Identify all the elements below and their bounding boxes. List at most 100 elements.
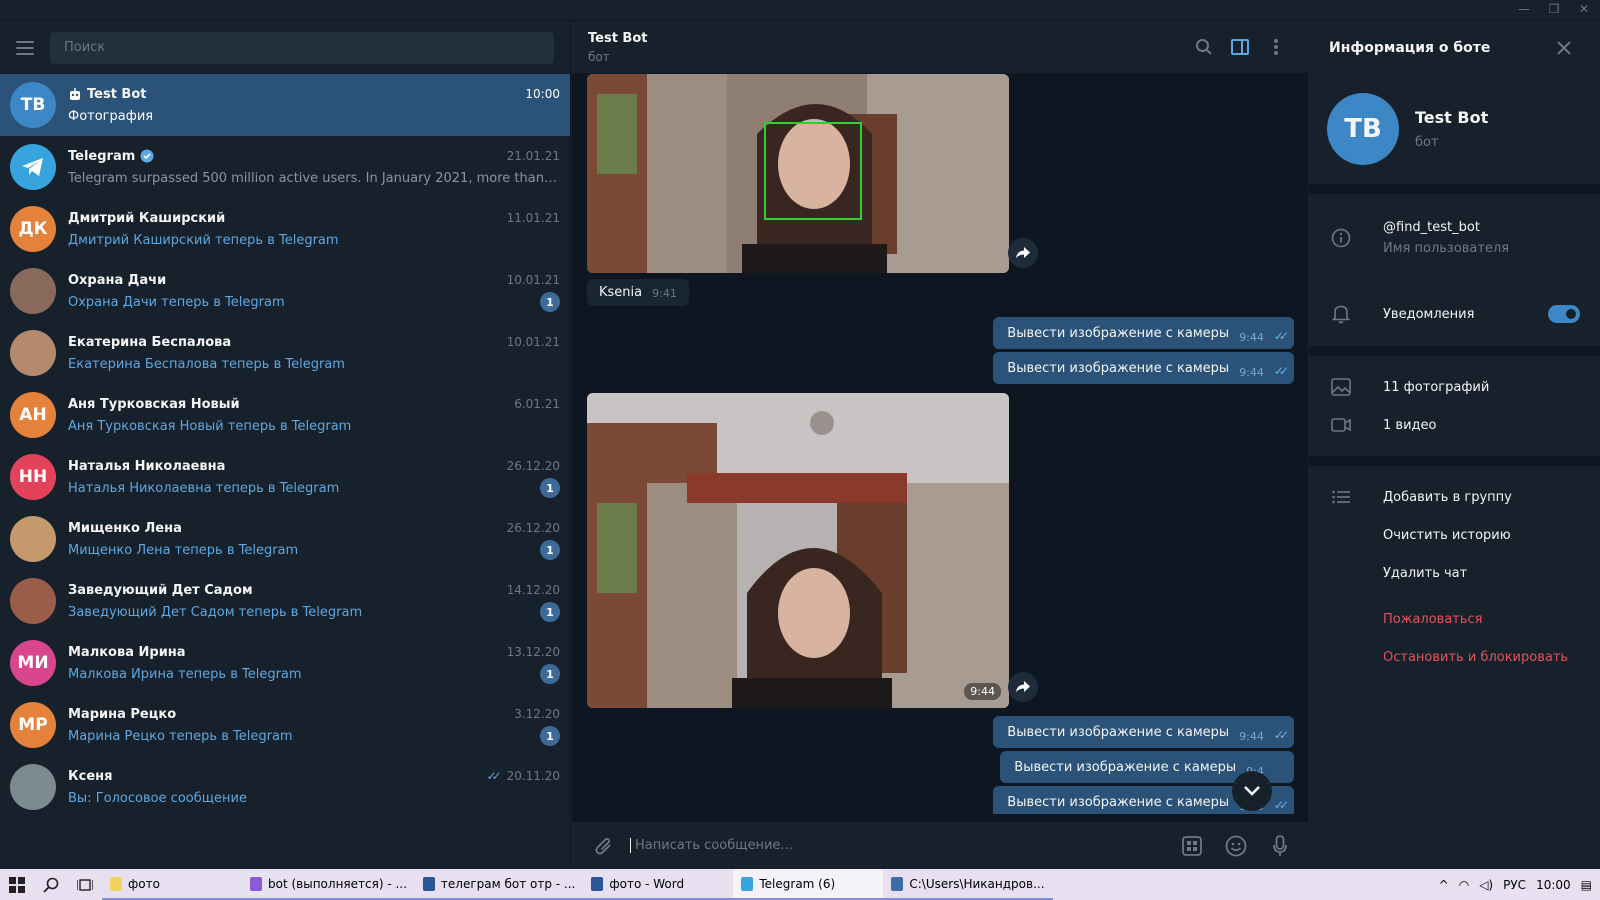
sidebar-toggle-icon[interactable] (1224, 31, 1256, 63)
chat-preview: Аня Турковская Новый теперь в Telegram (68, 418, 352, 434)
chat-time: 11.01.21 (506, 211, 560, 225)
video-icon (1329, 417, 1353, 433)
taskbar-app-button[interactable]: фото (102, 869, 242, 900)
chat-list: TB Test Bot 10:00 Фотография Telegram 21… (0, 74, 570, 818)
avatar[interactable] (10, 578, 56, 624)
chat-list-item[interactable]: МИ Малкова Ирина 13.12.20 Малкова Ирина … (0, 632, 570, 694)
message-text: Вывести изображение с камеры (1014, 759, 1237, 775)
unread-badge: 1 (540, 292, 560, 312)
avatar[interactable]: TB (10, 82, 56, 128)
bot-subtitle: бот (1415, 135, 1439, 150)
chat-list-item[interactable]: Охрана Дачи 10.01.21 Охрана Дачи теперь … (0, 260, 570, 322)
taskbar-app-button[interactable]: Telegram (6) (733, 869, 884, 900)
wifi-icon[interactable]: ◠ (1459, 878, 1469, 892)
message-list[interactable]: Ksenia 9:41 Вывести изображение с камеры… (572, 74, 1308, 814)
conversation-name: Test Bot (588, 30, 648, 46)
taskbar-app-button[interactable]: C:\Users\Никандров... (883, 869, 1053, 900)
info-icon (1329, 228, 1353, 248)
outgoing-message[interactable]: Вывести изображение с камеры 9:44 ✓✓ (993, 716, 1294, 748)
chat-list-item[interactable]: НН Наталья Николаевна 26.12.20 Наталья Н… (0, 446, 570, 508)
notifications-icon[interactable]: ▤ (1581, 878, 1592, 892)
bell-icon (1329, 304, 1353, 324)
attach-icon[interactable] (588, 830, 620, 862)
search-icon[interactable] (1188, 31, 1220, 63)
taskbar-app-button[interactable]: bot (выполняется) - ... (242, 869, 415, 900)
window-titlebar: — ❐ ✕ (0, 0, 1600, 21)
chat-list-item[interactable]: Екатерина Беспалова 10.01.21 Екатерина Б… (0, 322, 570, 384)
window-controls: — ❐ ✕ (1518, 2, 1590, 16)
emoji-icon[interactable] (1220, 830, 1252, 862)
outgoing-message[interactable]: Вывести изображение с камеры 9:44 ✓✓ (993, 352, 1294, 384)
videos-row[interactable]: 1 видео (1309, 406, 1600, 444)
outgoing-message[interactable]: Вывести изображение с камеры 9:44 ✓✓ (993, 317, 1294, 349)
message-time: 9:41 (652, 287, 677, 300)
more-options-icon[interactable] (1260, 31, 1292, 63)
webcam-photo-image (587, 74, 1009, 273)
conversation-header: Test Bot бот (572, 21, 1308, 74)
chat-list-item[interactable]: Мищенко Лена 26.12.20 Мищенко Лена тепер… (0, 508, 570, 570)
notifications-row[interactable]: Уведомления (1309, 282, 1600, 346)
chat-list-item[interactable]: АН Аня Турковская Новый 6.01.21 Аня Турк… (0, 384, 570, 446)
avatar[interactable] (10, 144, 56, 190)
language-indicator[interactable]: РУС (1503, 878, 1526, 892)
minimize-icon[interactable]: — (1518, 2, 1530, 16)
avatar[interactable] (10, 330, 56, 376)
forward-icon[interactable] (1008, 238, 1038, 268)
chat-name: Дмитрий Каширский (68, 210, 226, 226)
conversation-title[interactable]: Test Bot бот (588, 31, 1184, 64)
scroll-to-bottom-button[interactable] (1232, 771, 1272, 811)
clock[interactable]: 10:00 (1536, 878, 1571, 892)
photo-message[interactable]: 9:44 (587, 393, 1009, 708)
maximize-icon[interactable]: ❐ (1548, 2, 1560, 16)
task-view-icon[interactable] (68, 869, 102, 900)
avatar[interactable]: МР (10, 702, 56, 748)
chat-list-item[interactable]: Ксеня ✓✓ 20.11.20 Вы: Голосовое сообщени… (0, 756, 570, 818)
photos-row[interactable]: 11 фотографий (1309, 368, 1600, 406)
taskbar-app-button[interactable]: телеграм бот отр - ... (414, 869, 584, 900)
close-icon[interactable] (1548, 32, 1580, 64)
username-row[interactable]: @find_test_bot Имя пользователя (1309, 194, 1600, 282)
chat-name: Test Bot (87, 86, 147, 102)
delete-chat-row[interactable]: Удалить чат (1309, 554, 1600, 592)
chat-list-item[interactable]: ДК Дмитрий Каширский 11.01.21 Дмитрий Ка… (0, 198, 570, 260)
conversation-panel: Test Bot бот Ksenia 9:41 Вывести изображ… (572, 21, 1308, 869)
incoming-message[interactable]: Ksenia 9:41 (587, 279, 689, 306)
windows-start-icon[interactable] (0, 869, 34, 900)
report-row[interactable]: Пожаловаться (1309, 600, 1600, 638)
block-row[interactable]: Остановить и блокировать (1309, 638, 1600, 676)
username-label: Имя пользователя (1383, 241, 1510, 256)
avatar[interactable]: TB (1327, 93, 1399, 165)
divider (1309, 346, 1600, 356)
microphone-icon[interactable] (1264, 830, 1296, 862)
volume-icon[interactable]: ◁) (1479, 878, 1493, 892)
conversation-subtitle: бот (588, 49, 610, 64)
search-input[interactable] (50, 31, 554, 64)
chevron-up-icon[interactable]: ^ (1439, 878, 1449, 892)
forward-icon[interactable] (1008, 672, 1038, 702)
close-window-icon[interactable]: ✕ (1578, 2, 1590, 16)
avatar[interactable] (10, 764, 56, 810)
chat-name: Ксеня (68, 768, 113, 784)
avatar[interactable]: АН (10, 392, 56, 438)
bot-commands-icon[interactable] (1176, 830, 1208, 862)
system-tray: ^ ◠ ◁) РУС 10:00 ▤ (1439, 878, 1600, 892)
search-icon[interactable] (34, 869, 68, 900)
hamburger-menu-icon[interactable] (16, 40, 34, 55)
message-input[interactable] (630, 838, 1172, 853)
avatar[interactable]: МИ (10, 640, 56, 686)
chat-list-item[interactable]: МР Марина Рецко 3.12.20 Марина Рецко теп… (0, 694, 570, 756)
avatar[interactable]: НН (10, 454, 56, 500)
clear-history-row[interactable]: Очистить историю (1309, 516, 1600, 554)
taskbar-app-button[interactable]: фото - Word (583, 869, 734, 900)
photo-message[interactable] (587, 74, 1009, 273)
chat-list-item[interactable]: Telegram 21.01.21 Telegram surpassed 500… (0, 136, 570, 198)
notifications-toggle[interactable] (1548, 305, 1580, 323)
avatar[interactable] (10, 268, 56, 314)
divider (1309, 184, 1600, 194)
chat-name: Telegram (68, 148, 136, 164)
chat-list-item[interactable]: Заведующий Дет Садом 14.12.20 Заведующий… (0, 570, 570, 632)
avatar[interactable]: ДК (10, 206, 56, 252)
add-to-group-row[interactable]: Добавить в группу (1309, 478, 1600, 516)
chat-list-item[interactable]: TB Test Bot 10:00 Фотография (0, 74, 570, 136)
avatar[interactable] (10, 516, 56, 562)
